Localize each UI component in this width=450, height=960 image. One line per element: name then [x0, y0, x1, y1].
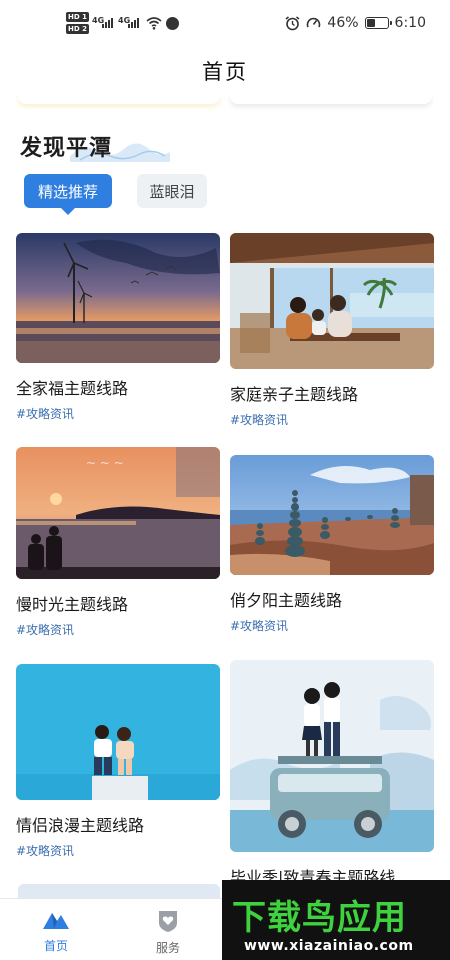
route-card[interactable]: ~ ~ ~ 慢时光主题线路 #攻略资讯: [16, 447, 220, 638]
card-image-couple-blue[interactable]: [16, 664, 220, 800]
card-image-wind-turbines[interactable]: [16, 233, 220, 363]
watermark-main: 下载鸟应用: [232, 898, 407, 938]
signal-1-icon: [102, 18, 113, 28]
wifi-icon: [146, 17, 162, 30]
route-card[interactable]: 毕业季|致青春主题路线: [230, 660, 434, 888]
hd-indicators: HD 1 HD 2: [66, 12, 89, 34]
route-card[interactable]: 家庭亲子主题线路 #攻略资讯: [230, 233, 434, 428]
tab-blue-tears[interactable]: 蓝眼泪: [137, 174, 207, 208]
battery-icon: [364, 17, 392, 29]
tab-featured[interactable]: 精选推荐: [24, 174, 112, 215]
speedometer-icon: [307, 17, 321, 27]
card-tag[interactable]: #攻略资讯: [16, 842, 220, 859]
battery-fill: [366, 19, 376, 27]
signal-2-icon: [128, 18, 139, 28]
svg-text:~ ~ ~: ~ ~ ~: [86, 456, 124, 470]
card-title[interactable]: 俏夕阳主题线路: [230, 587, 434, 611]
route-card[interactable]: 情侣浪漫主题线路 #攻略资讯: [16, 664, 220, 859]
mountain-icon: [43, 913, 69, 929]
watermark-url: www.xiazainiao.com: [244, 938, 414, 954]
hd2-badge: HD 2: [66, 24, 89, 34]
next-card-edge[interactable]: [18, 884, 220, 898]
nav-service[interactable]: 服务: [138, 907, 198, 956]
previous-card-edge[interactable]: [18, 94, 220, 104]
card-title[interactable]: 情侣浪漫主题线路: [16, 812, 220, 836]
card-image-couple-sunset[interactable]: ~ ~ ~: [16, 447, 220, 579]
route-card[interactable]: 俏夕阳主题线路 #攻略资讯: [230, 455, 434, 634]
previous-card-edge[interactable]: [230, 94, 432, 104]
status-right: 46% 6:10: [285, 15, 426, 31]
watermark: 下载鸟应用 www.xiazainiao.com: [222, 880, 450, 960]
card-title[interactable]: 慢时光主题线路: [16, 591, 220, 615]
card-title[interactable]: 家庭亲子主题线路: [230, 381, 434, 405]
section-title: 发现平潭: [20, 136, 113, 161]
card-tag[interactable]: #攻略资讯: [230, 617, 434, 634]
card-title[interactable]: 全家福主题线路: [16, 375, 220, 399]
nav-home-label: 首页: [43, 939, 68, 953]
heart-shield-icon: [159, 911, 177, 932]
card-image-stone-cairns[interactable]: [230, 455, 434, 575]
page-title: 首页: [202, 60, 248, 84]
hd1-badge: HD 1: [66, 12, 89, 22]
card-tag[interactable]: #攻略资讯: [16, 621, 220, 638]
nav-home[interactable]: 首页: [26, 907, 86, 954]
card-image-family-cafe[interactable]: [230, 233, 434, 369]
card-image-graduates-van[interactable]: [230, 660, 434, 852]
card-tag[interactable]: #攻略资讯: [16, 405, 220, 422]
app-notification-icon: [166, 17, 179, 30]
nav-service-label: 服务: [155, 941, 180, 955]
clock-time: 6:10: [394, 15, 426, 31]
alarm-icon: [285, 15, 300, 30]
card-tag[interactable]: #攻略资讯: [230, 411, 434, 428]
route-card[interactable]: 全家福主题线路 #攻略资讯: [16, 233, 220, 422]
battery-percentage: 46%: [327, 15, 359, 31]
status-bar: HD 1 HD 2 4G 4G 46% 6:10: [0, 0, 450, 52]
